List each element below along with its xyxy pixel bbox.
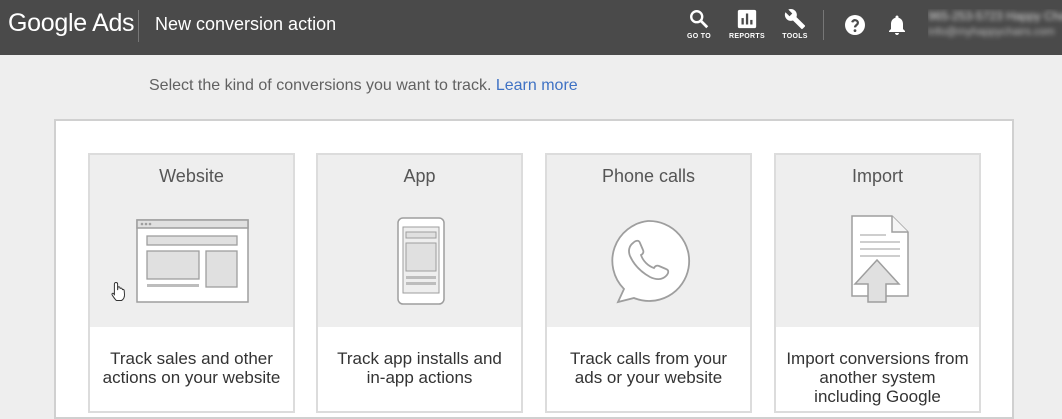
card-phone-calls[interactable]: Phone calls Track calls from your ads or… xyxy=(545,153,752,413)
intro-sentence: Select the kind of conversions you want … xyxy=(149,77,492,94)
tools-button[interactable]: TOOLS xyxy=(773,8,817,48)
page-title: New conversion action xyxy=(155,14,337,34)
card-import-title: Import xyxy=(851,166,903,186)
reports-button[interactable]: REPORTS xyxy=(725,8,769,48)
card-phone-description: Track calls from your ads or your websit… xyxy=(569,349,728,387)
account-id: 965-253-5723 Happy Chairs xyxy=(928,9,1062,23)
learn-more-link[interactable]: Learn more xyxy=(496,77,578,94)
account-info[interactable]: 965-253-5723 Happy Chairs info@myhappych… xyxy=(928,9,1062,41)
card-import[interactable]: Import Import conversions from another s… xyxy=(774,153,981,413)
card-app[interactable]: App Track app installs and in-app action… xyxy=(316,153,523,413)
import-file-icon xyxy=(851,215,909,303)
tools-label: TOOLS xyxy=(782,33,808,40)
reports-icon xyxy=(737,9,757,29)
account-email: info@myhappychairs.com xyxy=(928,26,1055,38)
header-divider-right xyxy=(823,10,824,40)
search-icon xyxy=(690,10,709,29)
card-phone-title: Phone calls xyxy=(601,166,696,186)
card-website-title: Website xyxy=(159,166,224,186)
notifications-button[interactable] xyxy=(885,13,909,37)
card-app-description: Track app installs and in-app actions xyxy=(337,349,502,387)
goto-label: GO TO xyxy=(687,33,711,40)
card-website-description: Track sales and other actions on your we… xyxy=(102,349,281,387)
bell-icon xyxy=(889,15,905,35)
help-button[interactable] xyxy=(843,13,867,37)
card-import-description: Import conversions from another system i… xyxy=(786,349,969,406)
mobile-app-icon xyxy=(397,217,445,305)
header-divider xyxy=(138,10,139,42)
phone-call-icon xyxy=(611,220,691,304)
hand-cursor-icon xyxy=(111,281,126,301)
google-ads-logo[interactable]: Google Ads xyxy=(8,9,135,38)
goto-button[interactable]: GO TO xyxy=(677,8,721,48)
intro-text: Select the kind of conversions you want … xyxy=(149,77,578,95)
wrench-icon xyxy=(784,9,806,30)
reports-label: REPORTS xyxy=(729,33,765,40)
help-icon xyxy=(845,15,865,35)
card-app-title: App xyxy=(403,166,436,186)
top-bar: Google Ads New conversion action GO TO R… xyxy=(0,0,1062,55)
